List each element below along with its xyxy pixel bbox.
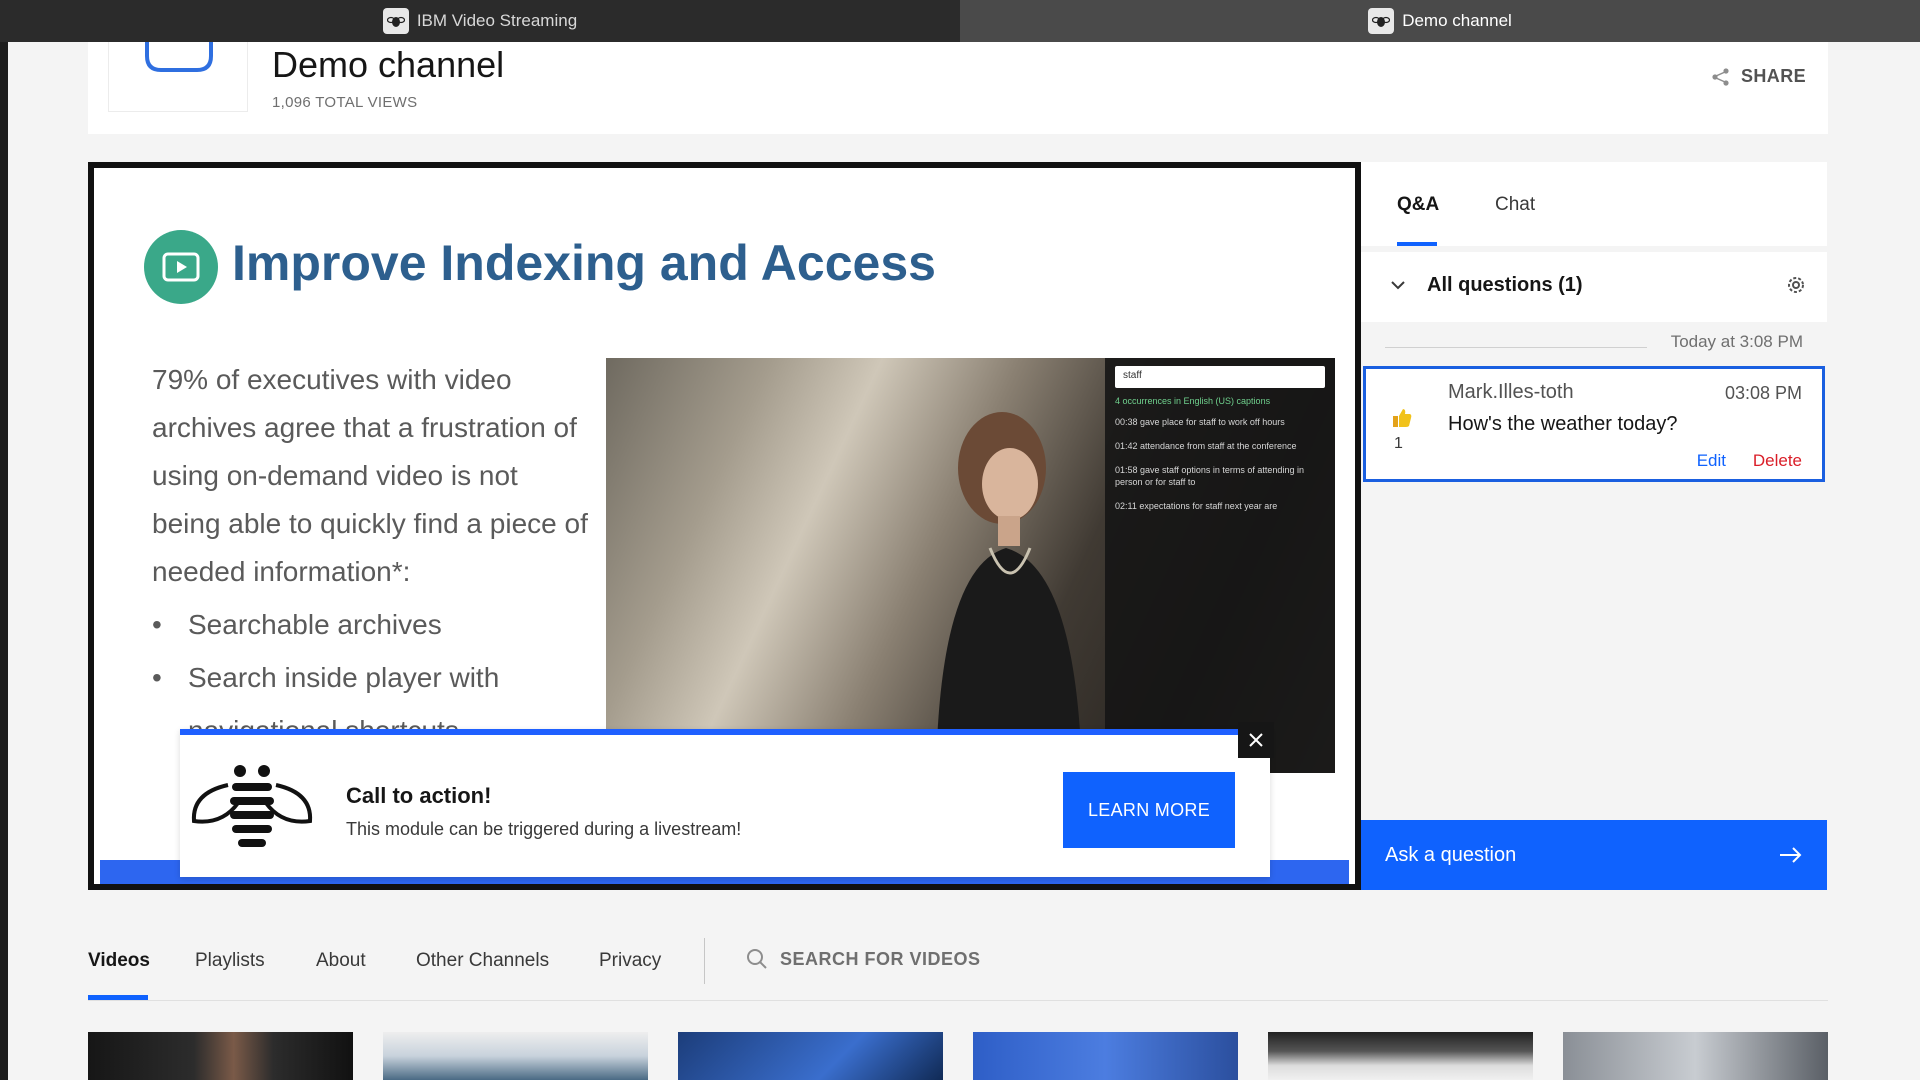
- qa-tab-bar: Q&A Chat: [1361, 162, 1827, 246]
- nav-bottom-border: [88, 1000, 1828, 1001]
- share-icon: [1712, 67, 1729, 86]
- channel-header: Demo channel 1,096 TOTAL VIEWS SHARE: [88, 42, 1828, 134]
- bee-favicon-icon: [382, 8, 409, 34]
- slide-photo: staff 4 occurrences in English (US) capt…: [606, 358, 1335, 773]
- slide-bullet: Searchable archives: [152, 598, 592, 651]
- video-thumbnail[interactable]: [1563, 1032, 1828, 1080]
- cloud-logo-icon: [145, 42, 213, 72]
- thumbs-up-icon: [1393, 409, 1412, 427]
- qa-panel: Q&A Chat All questions (1) Today at 3:08…: [1361, 162, 1827, 890]
- video-play-icon: [144, 230, 218, 304]
- browser-tab-demo-channel[interactable]: Demo channel: [960, 0, 1920, 42]
- browser-tab-ibm-video-streaming[interactable]: IBM Video Streaming: [0, 0, 960, 42]
- channel-title: Demo channel: [272, 44, 505, 85]
- caption-result: 01:42 attendance from staff at the confe…: [1115, 441, 1297, 451]
- nav-privacy[interactable]: Privacy: [599, 950, 661, 972]
- questions-filter: All questions (1): [1361, 252, 1827, 322]
- window-edge: [0, 42, 8, 1080]
- search-placeholder: SEARCH FOR VIDEOS: [780, 948, 981, 969]
- video-thumbnail[interactable]: [88, 1032, 353, 1080]
- video-thumbnail[interactable]: [973, 1032, 1238, 1080]
- video-search-input[interactable]: SEARCH FOR VIDEOS: [746, 948, 981, 970]
- active-tab-indicator: [1397, 242, 1437, 246]
- close-icon: [1249, 733, 1263, 747]
- caption-result: 00:38 gave place for staff to work off h…: [1115, 417, 1285, 427]
- caption-result: 01:58 gave staff options in terms of att…: [1115, 465, 1304, 487]
- date-divider: [1385, 347, 1647, 348]
- browser-tab-label: Demo channel: [1402, 11, 1512, 30]
- bee-logo-icon: [191, 765, 313, 847]
- slide-body-text: 79% of executives with video archives ag…: [152, 364, 588, 587]
- channel-total-views: 1,096 TOTAL VIEWS: [272, 94, 418, 111]
- video-thumbnail-row: [88, 1032, 1828, 1080]
- ask-question-label: Ask a question: [1385, 843, 1517, 866]
- nav-about[interactable]: About: [316, 950, 366, 972]
- slide-bullet-list: Searchable archives Search inside player…: [152, 598, 592, 746]
- slide-bullet: Search inside player with navigational s…: [152, 651, 592, 746]
- channel-logo[interactable]: [108, 42, 248, 112]
- caption-result-summary: 4 occurrences in English (US) captions: [1115, 396, 1271, 406]
- nav-playlists[interactable]: Playlists: [195, 950, 265, 972]
- ask-question-button[interactable]: Ask a question: [1361, 820, 1827, 890]
- questions-filter-label[interactable]: All questions (1): [1427, 274, 1583, 297]
- channel-nav: Videos Playlists About Other Channels Pr…: [88, 938, 1828, 1004]
- caption-search-box: staff: [1115, 366, 1325, 388]
- date-separator: Today at 3:08 PM: [1670, 332, 1803, 351]
- cta-close-button[interactable]: [1238, 722, 1274, 758]
- cta-title: Call to action!: [346, 783, 492, 808]
- nav-divider: [704, 938, 705, 984]
- slide-title: Improve Indexing and Access: [232, 235, 936, 291]
- like-button[interactable]: [1390, 407, 1414, 434]
- browser-tab-label: IBM Video Streaming: [416, 11, 578, 30]
- share-button[interactable]: SHARE: [1711, 66, 1806, 87]
- like-count: 1: [1394, 435, 1403, 452]
- caption-result: 02:11 expectations for staff next year a…: [1115, 501, 1278, 511]
- browser-tab-bar: IBM Video Streaming Demo channel: [0, 0, 1920, 42]
- nav-other-channels[interactable]: Other Channels: [416, 950, 549, 972]
- woman-figure-image: [936, 412, 1082, 773]
- gear-icon[interactable]: [1785, 274, 1807, 296]
- arrow-right-icon: [1780, 847, 1802, 863]
- delete-question-link[interactable]: Delete: [1753, 451, 1802, 471]
- caption-search-overlay: staff 4 occurrences in English (US) capt…: [1105, 358, 1335, 773]
- nav-videos[interactable]: Videos: [88, 950, 150, 972]
- call-to-action-panel: Call to action! This module can be trigg…: [180, 729, 1270, 877]
- question-time: 03:08 PM: [1724, 383, 1802, 403]
- cta-text: This module can be triggered during a li…: [346, 819, 742, 839]
- chevron-down-icon[interactable]: [1389, 276, 1407, 294]
- tab-chat[interactable]: Chat: [1495, 194, 1535, 216]
- edit-question-link[interactable]: Edit: [1697, 451, 1726, 471]
- share-label: SHARE: [1740, 66, 1806, 86]
- video-thumbnail[interactable]: [383, 1032, 648, 1080]
- question-text: How's the weather today?: [1448, 413, 1678, 435]
- video-thumbnail[interactable]: [678, 1032, 943, 1080]
- question-card[interactable]: 1 Mark.Illes-toth 03:08 PM How's the wea…: [1363, 366, 1825, 482]
- search-icon: [747, 949, 767, 969]
- tab-qa[interactable]: Q&A: [1397, 194, 1439, 216]
- bee-favicon-icon: [1368, 8, 1395, 34]
- learn-more-button[interactable]: LEARN MORE: [1063, 772, 1235, 848]
- video-thumbnail[interactable]: [1268, 1032, 1533, 1080]
- question-author: Mark.Illes-toth: [1448, 381, 1574, 403]
